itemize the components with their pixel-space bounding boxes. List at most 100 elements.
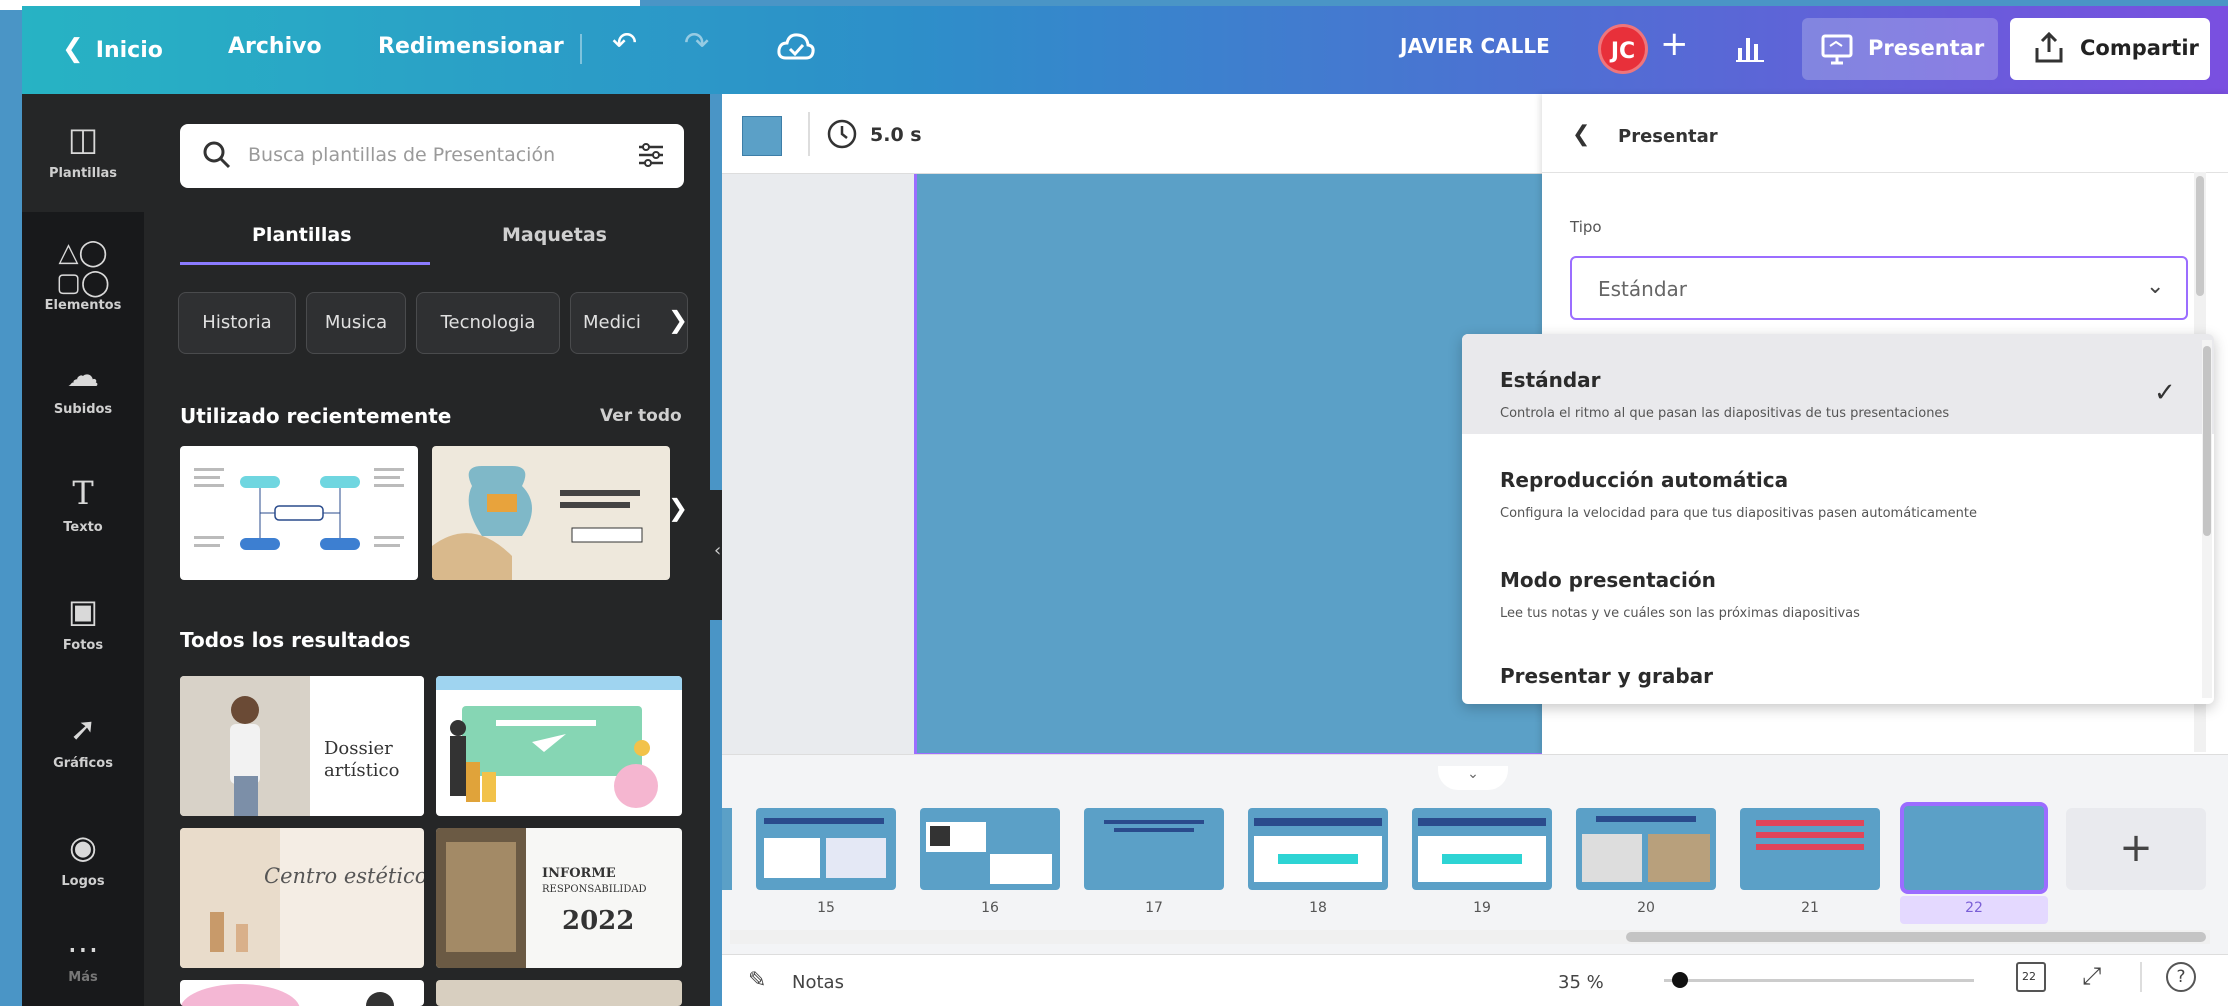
recent-next-chevron-icon[interactable]: ❯ [668,494,688,522]
analytics-icon[interactable] [1734,30,1768,68]
option-reproduccion-automatica[interactable]: Reproducción automática Configura la vel… [1462,434,2214,534]
see-all-link[interactable]: Ver todo [600,406,682,426]
logos-icon: ◉ [69,828,97,866]
option-estandar[interactable]: Estándar Controla el ritmo al que pasan … [1462,334,2214,434]
text-icon: T [72,474,94,512]
chevron-left-small-icon: ‹ [714,540,722,561]
result-template-beige[interactable] [436,980,682,1006]
tab-mockups[interactable]: Maquetas [502,224,607,246]
chevron-left-icon: ❮ [62,34,84,64]
slide-number-15: 15 [817,900,835,916]
present-back-chevron-icon[interactable]: ❮ [1572,122,1590,147]
checkmark-icon: ✓ [2154,378,2176,408]
chip-historia[interactable]: Historia [178,292,296,354]
slide-thumb-20[interactable] [1576,808,1716,890]
undo-icon[interactable]: ↶ [612,26,637,61]
photos-icon: ▣ [67,592,99,630]
template-search-input[interactable]: Busca plantillas de Presentación [180,124,684,188]
chip-tecnologia[interactable]: Tecnologia [416,292,560,354]
bottom-bar [722,954,2228,1006]
option-modo-presentacion[interactable]: Modo presentación Lee tus notas y ve cuá… [1462,534,2214,634]
slide-duration[interactable]: 5.0 s [870,124,922,146]
result-template-centro-estetico[interactable]: Centro estético [180,828,424,968]
more-icon: ⋯ [67,930,99,968]
upload-cloud-icon: ☁ [67,356,99,394]
slide-thumb-19[interactable] [1412,808,1552,890]
slide-number-20: 20 [1637,900,1655,916]
bottombar-divider [2140,962,2142,992]
zoom-slider-handle[interactable] [1671,972,1688,988]
outer-frame [0,0,22,1006]
present-panel-title: Presentar [1618,126,1718,147]
result-template-teal-banner[interactable] [436,676,682,816]
rail-item-elements[interactable]: △◯ ▢◯ Elementos [22,212,144,330]
slide-number-22: 22 [1965,900,1983,916]
history-thumbnail-graphic [432,466,643,580]
slide-number-19: 19 [1473,900,1491,916]
dropdown-scrollbar[interactable] [2202,340,2212,698]
result-template-pink[interactable] [180,980,424,1006]
rail-item-photos[interactable]: ▣ Fotos [22,566,144,684]
slide-number-21: 21 [1801,900,1819,916]
diagram-thumbnail-graphic [194,468,404,550]
recent-template-diagram[interactable] [180,446,418,580]
help-question-icon[interactable]: ? [2166,962,2196,992]
share-upload-icon [2032,30,2066,70]
slide-thumb-partial[interactable] [722,808,732,890]
chips-next-chevron-icon[interactable]: ❯ [668,306,688,334]
avatar[interactable]: JC [1598,24,1648,74]
cloud-sync-icon[interactable] [776,30,816,68]
result-template-informe[interactable]: INFORME RESPONSABILIDAD 2022 [436,828,682,968]
background-color-swatch[interactable] [742,116,782,156]
notes-button[interactable]: Notas [792,972,844,993]
filmstrip-toggle-chevron-icon[interactable]: ⌄ [1438,766,1508,790]
slide-thumb-22-selected[interactable] [1900,802,2048,894]
add-collaborator-icon[interactable]: + [1660,24,1689,64]
rail-item-templates[interactable]: ◫ Plantillas [22,94,144,212]
slide-thumb-18[interactable] [1248,808,1388,890]
resize-button[interactable]: Redimensionar [378,34,564,59]
filter-sliders-icon[interactable] [636,140,666,174]
slide-thumb-15[interactable] [756,808,896,890]
page-grid-view-button[interactable]: 22 [2016,962,2046,992]
all-results-heading: Todos los resultados [180,628,411,652]
chip-musica[interactable]: Musica [306,292,406,354]
option-presentar-y-grabar[interactable]: Presentar y grabar [1462,634,2214,704]
slide-thumb-16[interactable] [920,808,1060,890]
user-name: JAVIER CALLE [1400,34,1550,58]
present-button[interactable]: Presentar [1802,18,1998,80]
fullscreen-icon[interactable]: ⤢ [2082,962,2101,990]
rail-item-more[interactable]: ⋯ Más [22,920,144,1006]
zoom-percentage[interactable]: 35 % [1558,972,1604,993]
teal-banner-graphic [436,676,682,808]
slide-thumb-17[interactable] [1084,808,1224,890]
topbar-divider [580,34,582,64]
filmstrip-scrollbar[interactable] [730,930,2210,944]
slide-number-18: 18 [1309,900,1327,916]
rail-item-logos[interactable]: ◉ Logos [22,802,144,920]
tipo-dropdown-menu: Estándar Controla el ritmo al que pasan … [1462,334,2214,704]
tipo-select[interactable]: Estándar ⌄ [1570,256,2188,320]
rail-item-charts[interactable]: ➚ Gráficos [22,684,144,802]
rail-item-uploads[interactable]: ☁ Subidos [22,330,144,448]
file-menu-button[interactable]: Archivo [228,34,322,59]
tab-templates[interactable]: Plantillas [252,224,352,246]
elements-icon: △◯ ▢◯ [56,238,110,298]
templates-icon: ◫ [67,120,99,158]
back-home-button[interactable]: ❮ Inicio [62,34,163,64]
slide-number-17: 17 [1145,900,1163,916]
timer-clock-icon[interactable] [826,118,858,154]
informe-photo-graphic [436,828,526,968]
search-icon [202,140,232,174]
recent-template-history[interactable] [432,446,670,580]
slide-thumb-21[interactable] [1740,808,1880,890]
slide-number-16: 16 [981,900,999,916]
share-button[interactable]: Compartir [2010,18,2210,80]
add-slide-button[interactable]: + [2066,808,2206,890]
redo-icon[interactable]: ↷ [684,26,709,61]
tipo-label: Tipo [1570,218,1602,236]
zoom-slider-track[interactable] [1664,979,1974,982]
rail-item-text[interactable]: T Texto [22,448,144,566]
present-panel-divider [1542,172,2228,173]
result-template-dossier[interactable]: Dossier artístico [180,676,424,816]
